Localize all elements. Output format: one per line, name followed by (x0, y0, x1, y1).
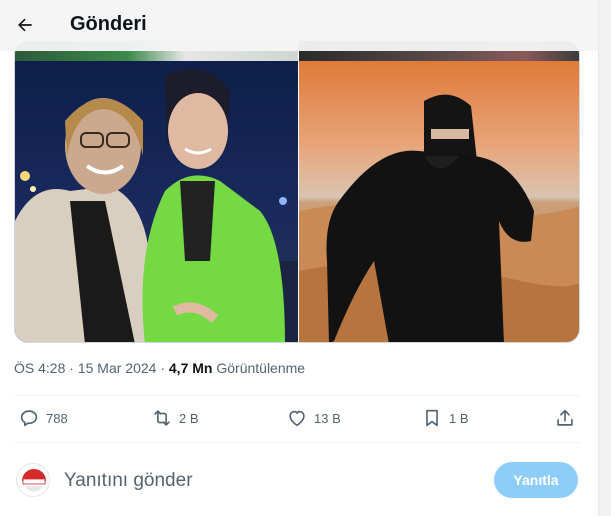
arrow-left-icon (18, 18, 32, 32)
reply-icon (20, 410, 38, 427)
bookmark-icon (426, 409, 438, 427)
post-actions: 788 2 B 13 B 1 B (0, 396, 598, 442)
separator-dot: · (69, 360, 74, 376)
media-photo-right[interactable] (299, 61, 579, 342)
repost-icon (154, 410, 170, 426)
scrollbar[interactable] (598, 0, 611, 516)
repost-button[interactable]: 2 B (151, 407, 199, 429)
top-bar: Gönderi (0, 0, 598, 51)
repost-count: 2 B (179, 410, 199, 426)
share-icon (557, 409, 573, 426)
share-button[interactable] (554, 407, 576, 429)
bookmark-count: 1 B (449, 410, 469, 426)
post-date[interactable]: 15 Mar 2024 (78, 360, 157, 376)
photo-woman-desert (299, 61, 579, 342)
photo-two-women (15, 61, 298, 342)
reply-input[interactable] (64, 468, 464, 494)
media-photo-left[interactable] (15, 61, 298, 342)
back-button[interactable] (10, 10, 40, 40)
bookmark-button[interactable]: 1 B (421, 407, 469, 429)
heart-icon (289, 410, 305, 427)
reply-count: 788 (46, 410, 68, 426)
avatar-logo-icon (18, 465, 49, 496)
reply-submit-button[interactable]: Yanıtla (494, 462, 578, 498)
like-count: 13 B (314, 410, 341, 426)
views-count[interactable]: 4,7 Mn (169, 360, 213, 376)
like-button[interactable]: 13 B (286, 407, 341, 429)
separator-dot: · (160, 360, 165, 376)
avatar[interactable] (16, 463, 50, 497)
views-label: Görüntülenme (216, 360, 306, 376)
post-time[interactable]: ÖS 4:28 (14, 360, 65, 376)
media-divider (298, 41, 299, 342)
post-media (14, 40, 580, 343)
post-meta: ÖS 4:28 · 15 Mar 2024 · 4,7 Mn Görüntüle… (14, 360, 305, 376)
divider (14, 442, 580, 443)
page-title: Gönderi (70, 13, 147, 35)
reply-composer: Yanıtla (0, 446, 598, 516)
reply-button[interactable]: 788 (18, 407, 68, 429)
